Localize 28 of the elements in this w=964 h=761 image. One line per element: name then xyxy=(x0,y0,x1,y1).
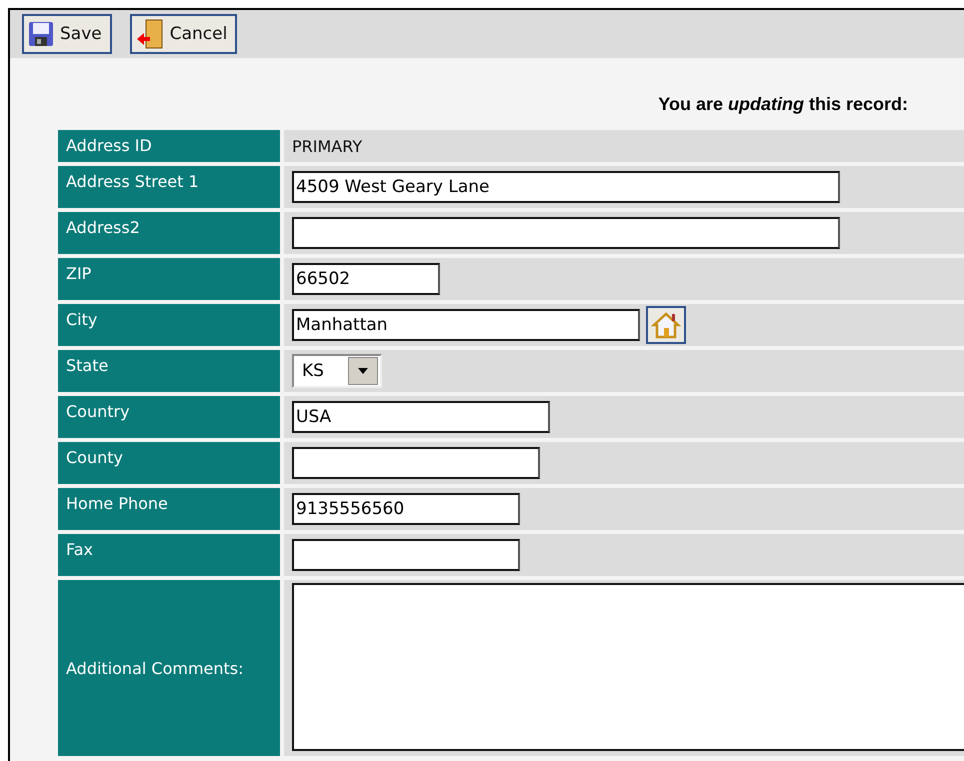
text-field[interactable] xyxy=(292,217,840,249)
text-field[interactable]: 9135556560 xyxy=(292,493,520,525)
field-label: ZIP xyxy=(58,258,280,300)
text-field[interactable]: USA xyxy=(292,401,550,433)
text-field[interactable] xyxy=(292,539,520,571)
field-label: City xyxy=(58,304,280,346)
form-heading: You are updating this record: xyxy=(658,94,908,114)
field-label: Additional Comments: xyxy=(58,580,280,756)
field-label: State xyxy=(58,350,280,392)
exit-door-icon xyxy=(136,19,164,49)
dropdown-arrow-icon xyxy=(358,368,368,374)
save-button[interactable]: Save xyxy=(22,14,112,54)
state-dropdown[interactable]: KS xyxy=(292,354,382,388)
field-label: Home Phone xyxy=(58,488,280,530)
lookup-button[interactable] xyxy=(646,306,686,344)
cancel-button[interactable]: Cancel xyxy=(130,14,238,54)
field-label: Address Street 1 xyxy=(58,166,280,208)
text-field[interactable]: Manhattan xyxy=(292,309,640,341)
field-label: Address2 xyxy=(58,212,280,254)
text-field[interactable] xyxy=(292,447,540,479)
field-label: Address ID xyxy=(58,130,280,162)
field-value: PRIMARY xyxy=(292,136,362,156)
house-icon xyxy=(651,311,681,339)
text-field[interactable]: 4509 West Geary Lane xyxy=(292,171,840,203)
field-label: Fax xyxy=(58,534,280,576)
field-label: Country xyxy=(58,396,280,438)
field-label: County xyxy=(58,442,280,484)
text-field[interactable]: 66502 xyxy=(292,263,440,295)
